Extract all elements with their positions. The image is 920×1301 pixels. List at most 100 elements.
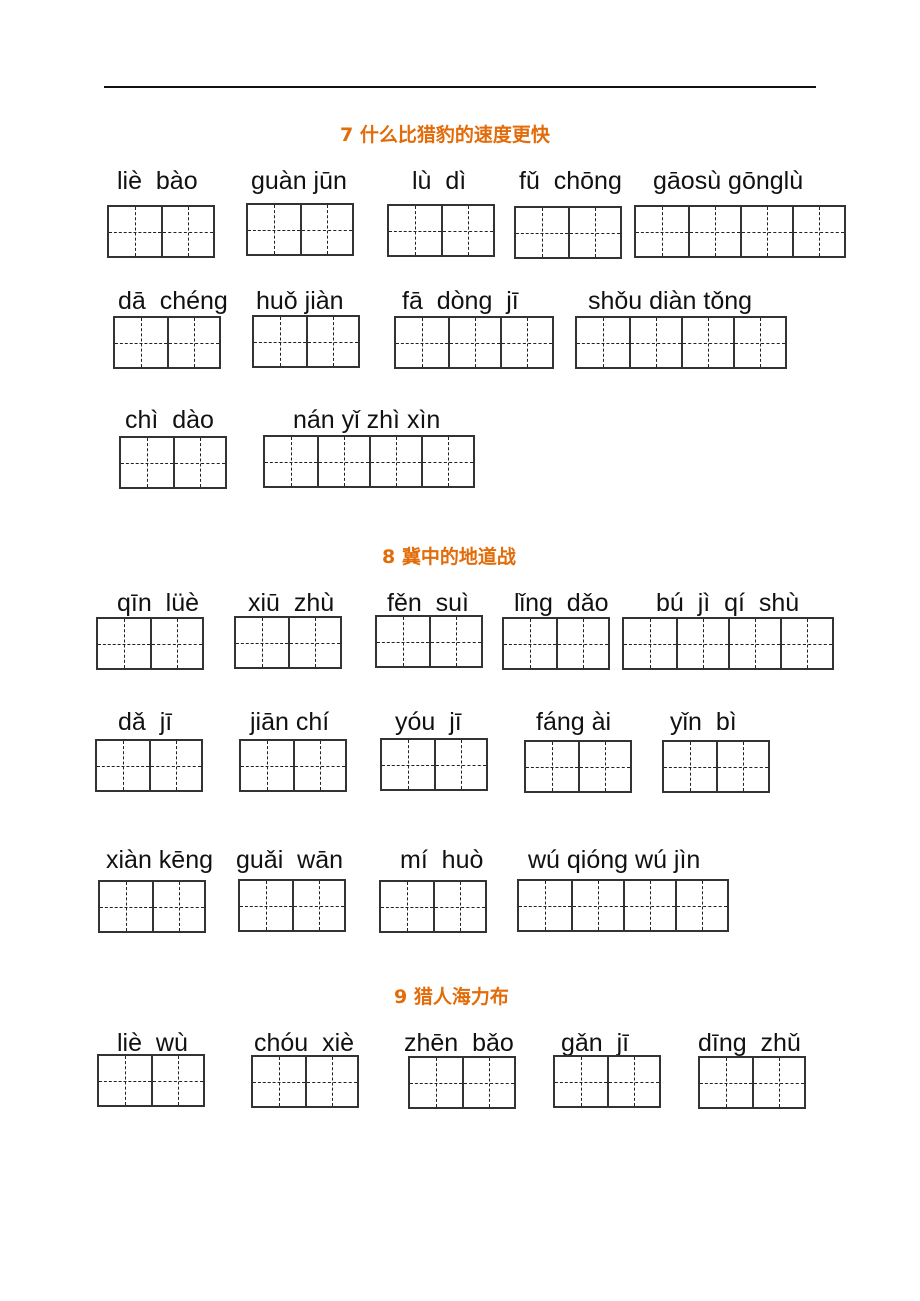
- writing-cell[interactable]: [516, 208, 568, 257]
- tianzige-grid: [387, 204, 495, 257]
- tianzige-grid: [119, 436, 227, 489]
- tianzige-grid: [553, 1055, 661, 1108]
- writing-cell[interactable]: [571, 881, 623, 930]
- writing-cell[interactable]: [700, 1058, 752, 1107]
- writing-cell[interactable]: [253, 1057, 305, 1106]
- writing-cell[interactable]: [623, 881, 675, 930]
- writing-cell[interactable]: [716, 742, 768, 791]
- writing-cell[interactable]: [577, 318, 629, 367]
- writing-cell[interactable]: [389, 206, 441, 255]
- writing-cell[interactable]: [664, 742, 716, 791]
- writing-cell[interactable]: [382, 740, 434, 789]
- writing-cell[interactable]: [152, 882, 204, 931]
- writing-cell[interactable]: [556, 619, 608, 668]
- pinyin-label: huǒ jiàn: [256, 287, 344, 315]
- writing-cell[interactable]: [97, 741, 149, 790]
- writing-cell[interactable]: [441, 206, 493, 255]
- tianzige-grid: [514, 206, 622, 259]
- writing-cell[interactable]: [99, 1056, 151, 1105]
- writing-cell[interactable]: [636, 207, 688, 256]
- writing-cell[interactable]: [448, 318, 500, 367]
- writing-cell[interactable]: [265, 437, 317, 486]
- writing-cell[interactable]: [780, 619, 832, 668]
- pinyin-label: fěn suì: [387, 589, 469, 617]
- writing-cell[interactable]: [381, 882, 433, 931]
- writing-cell[interactable]: [150, 619, 202, 668]
- writing-cell[interactable]: [121, 438, 173, 487]
- writing-cell[interactable]: [578, 742, 630, 791]
- pinyin-label: fáng ài: [536, 708, 612, 736]
- tianzige-grid: [113, 316, 221, 369]
- pinyin-label: chóu xiè: [254, 1029, 355, 1057]
- pinyin-label: jiān chí: [250, 708, 330, 736]
- writing-cell[interactable]: [676, 619, 728, 668]
- pinyin-label: shǒu diàn tǒng: [588, 287, 753, 315]
- tianzige-grid: [263, 435, 475, 488]
- writing-cell[interactable]: [288, 618, 340, 667]
- writing-cell[interactable]: [167, 318, 219, 367]
- tianzige-grid: [375, 615, 483, 668]
- writing-cell[interactable]: [410, 1058, 462, 1107]
- pinyin-label: mí huò: [400, 846, 484, 874]
- writing-cell[interactable]: [293, 741, 345, 790]
- writing-cell[interactable]: [300, 205, 352, 254]
- pinyin-label: yóu jī: [395, 708, 462, 736]
- writing-cell[interactable]: [740, 207, 792, 256]
- writing-cell[interactable]: [519, 881, 571, 930]
- writing-cell[interactable]: [100, 882, 152, 931]
- writing-cell[interactable]: [733, 318, 785, 367]
- section-title: 8 冀中的地道战: [382, 546, 516, 568]
- writing-cell[interactable]: [629, 318, 681, 367]
- writing-cell[interactable]: [151, 1056, 203, 1105]
- writing-cell[interactable]: [109, 207, 161, 256]
- writing-cell[interactable]: [149, 741, 201, 790]
- tianzige-grid: [251, 1055, 359, 1108]
- writing-cell[interactable]: [624, 619, 676, 668]
- writing-cell[interactable]: [369, 437, 421, 486]
- pinyin-label: chì dào: [125, 406, 214, 434]
- writing-cell[interactable]: [236, 618, 288, 667]
- pinyin-label: xiū zhù: [248, 589, 335, 617]
- tianzige-grid: [246, 203, 354, 256]
- pinyin-label: dā chéng: [118, 287, 228, 315]
- pinyin-label: fǔ chōng: [519, 167, 622, 195]
- writing-cell[interactable]: [98, 619, 150, 668]
- writing-cell[interactable]: [675, 881, 727, 930]
- writing-cell[interactable]: [173, 438, 225, 487]
- writing-cell[interactable]: [555, 1057, 607, 1106]
- writing-cell[interactable]: [568, 208, 620, 257]
- tianzige-grid: [107, 205, 215, 258]
- writing-cell[interactable]: [306, 317, 358, 366]
- writing-cell[interactable]: [115, 318, 167, 367]
- pinyin-label: wú qióng wú jìn: [528, 846, 701, 874]
- writing-cell[interactable]: [433, 882, 485, 931]
- writing-cell[interactable]: [681, 318, 733, 367]
- writing-cell[interactable]: [429, 617, 481, 666]
- tianzige-grid: [238, 879, 346, 932]
- writing-cell[interactable]: [377, 617, 429, 666]
- writing-cell[interactable]: [434, 740, 486, 789]
- section-title: 9 猎人海力布: [394, 986, 509, 1008]
- writing-cell[interactable]: [462, 1058, 514, 1107]
- writing-cell[interactable]: [421, 437, 473, 486]
- writing-cell[interactable]: [305, 1057, 357, 1106]
- writing-cell[interactable]: [526, 742, 578, 791]
- writing-cell[interactable]: [292, 881, 344, 930]
- writing-cell[interactable]: [792, 207, 844, 256]
- writing-cell[interactable]: [504, 619, 556, 668]
- writing-cell[interactable]: [161, 207, 213, 256]
- writing-cell[interactable]: [396, 318, 448, 367]
- tianzige-grid: [252, 315, 360, 368]
- writing-cell[interactable]: [607, 1057, 659, 1106]
- writing-cell[interactable]: [248, 205, 300, 254]
- writing-cell[interactable]: [500, 318, 552, 367]
- tianzige-grid: [662, 740, 770, 793]
- writing-cell[interactable]: [688, 207, 740, 256]
- writing-cell[interactable]: [240, 881, 292, 930]
- pinyin-label: lǐng dǎo: [514, 589, 609, 617]
- writing-cell[interactable]: [728, 619, 780, 668]
- writing-cell[interactable]: [241, 741, 293, 790]
- writing-cell[interactable]: [317, 437, 369, 486]
- writing-cell[interactable]: [254, 317, 306, 366]
- writing-cell[interactable]: [752, 1058, 804, 1107]
